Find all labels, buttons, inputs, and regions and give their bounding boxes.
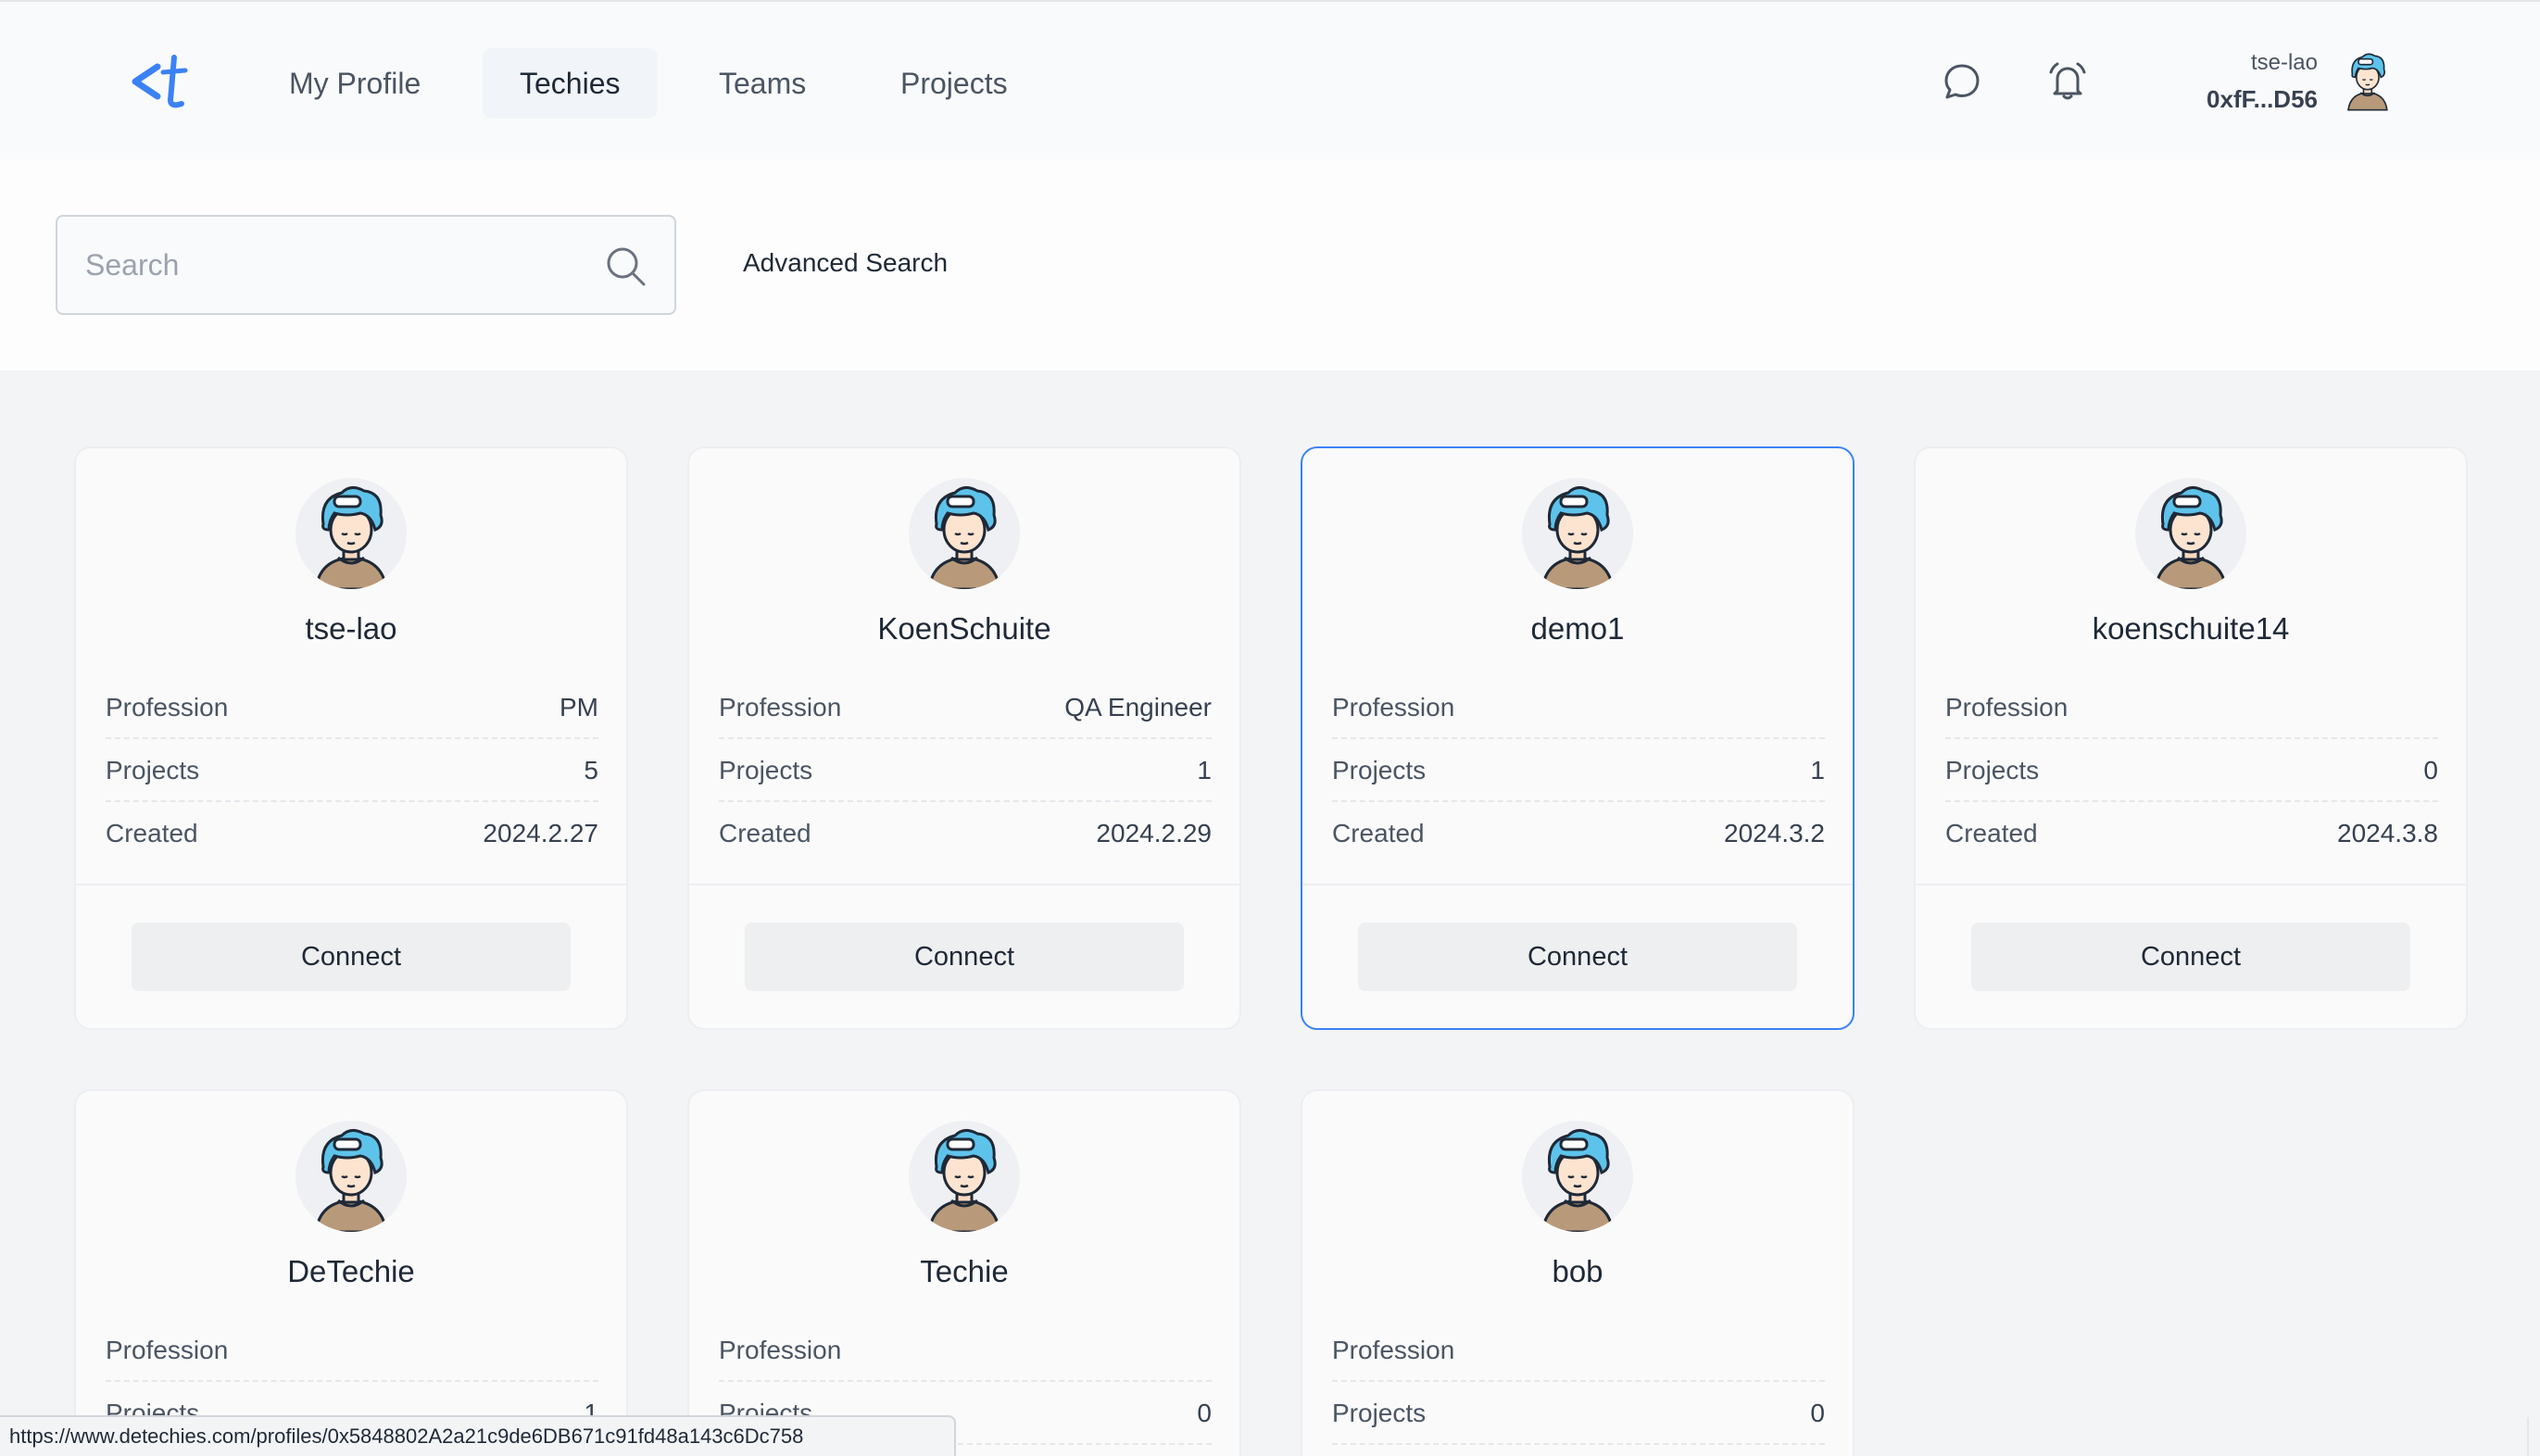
techie-avatar	[295, 478, 407, 589]
techie-avatar	[909, 478, 1020, 589]
created-value: 2024.2.27	[483, 819, 598, 847]
created-label: Created	[1945, 819, 2038, 847]
techie-name: koenschuite14	[2092, 611, 2290, 646]
techie-card[interactable]: Techie Profession Projects 0	[687, 1089, 1241, 1456]
profession-label: Profession	[719, 693, 842, 722]
detechies-logo-icon[interactable]	[130, 54, 191, 111]
top-navbar: My Profile Techies Teams Projects tse-la…	[0, 0, 2540, 159]
header-wallet-address[interactable]: 0xfF...D56	[2207, 85, 2318, 114]
profession-label: Profession	[106, 693, 229, 722]
card-footer: Connect	[1916, 884, 2466, 1028]
projects-label: Projects	[1945, 756, 2040, 784]
techie-card[interactable]: KoenSchuite Profession QA Engineer Projec…	[687, 446, 1241, 1030]
techie-card[interactable]: DeTechie Profession Projects 1	[74, 1089, 628, 1456]
search-box	[56, 215, 676, 315]
techie-avatar	[295, 1121, 407, 1232]
techie-name: KoenSchuite	[877, 611, 1051, 646]
connect-button[interactable]: Connect	[1358, 923, 1797, 991]
profession-label: Profession	[106, 1336, 229, 1364]
profession-row: Profession	[719, 1319, 1212, 1382]
created-label: Created	[719, 819, 811, 847]
nav-my-profile[interactable]: My Profile	[252, 48, 458, 119]
connect-button[interactable]: Connect	[745, 923, 1184, 991]
techie-name: bob	[1552, 1254, 1603, 1288]
projects-row: Projects 0	[1945, 739, 2438, 802]
connect-button[interactable]: Connect	[132, 923, 571, 991]
nav-techies[interactable]: Techies	[483, 48, 658, 119]
profession-row: Profession PM	[106, 676, 598, 739]
bell-icon[interactable]	[2045, 59, 2090, 104]
techie-name: tse-lao	[305, 611, 397, 646]
created-row: Created 2024.2.29	[719, 802, 1212, 865]
profession-row: Profession	[106, 1319, 598, 1382]
techie-avatar	[2135, 478, 2246, 589]
created-row: Created 2024.3.8	[1945, 802, 2438, 865]
nav-teams[interactable]: Teams	[682, 48, 843, 119]
created-value: 2024.3.2	[1724, 819, 1825, 847]
techie-card[interactable]: koenschuite14 Profession Projects 0 Creat…	[1914, 446, 2468, 1030]
created-row: Created 2024.3.2	[1332, 802, 1825, 865]
techie-avatar	[1522, 1121, 1633, 1232]
techie-card[interactable]: tse-lao Profession PM Projects 5 Created 20…	[74, 446, 628, 1030]
card-footer: Connect	[1302, 884, 1853, 1028]
profession-label: Profession	[1332, 693, 1455, 722]
created-label: Created	[106, 819, 198, 847]
profession-value: QA Engineer	[1064, 693, 1212, 722]
projects-label: Projects	[1332, 1399, 1427, 1427]
projects-row: Projects 1	[719, 739, 1212, 802]
advanced-search-link[interactable]: Advanced Search	[743, 248, 948, 278]
techie-name: demo1	[1530, 611, 1625, 646]
profession-value: PM	[560, 693, 598, 722]
chat-bubble-icon[interactable]	[1940, 59, 1984, 104]
profession-label: Profession	[719, 1336, 842, 1364]
profession-label: Profession	[1332, 1336, 1455, 1364]
projects-value: 0	[1197, 1399, 1212, 1427]
profession-row: Profession	[1332, 1319, 1825, 1382]
techie-name: DeTechie	[287, 1254, 415, 1288]
projects-row: Projects 0	[1332, 1382, 1825, 1445]
header-avatar[interactable]	[2342, 50, 2403, 120]
connect-button[interactable]: Connect	[1971, 923, 2410, 991]
page-scrollbar[interactable]	[2527, 1417, 2540, 1456]
projects-value: 1	[1197, 756, 1212, 784]
techie-card-selected[interactable]: demo1 Profession Projects 1 Created 2024.3…	[1301, 446, 1855, 1030]
link-preview-status-bar: https://www.detechies.com/profiles/0x584…	[0, 1415, 956, 1456]
projects-value: 5	[584, 756, 598, 784]
created-value: 2024.3.8	[2337, 819, 2438, 847]
profession-row: Profession	[1332, 676, 1825, 739]
search-input[interactable]	[85, 217, 604, 313]
created-label: Created	[1332, 819, 1425, 847]
techie-name: Techie	[920, 1254, 1009, 1288]
projects-value: 0	[1810, 1399, 1825, 1427]
nav-projects[interactable]: Projects	[863, 48, 1045, 119]
created-row: Created 2024.2.27	[106, 802, 598, 865]
projects-row: Projects 1	[1332, 739, 1825, 802]
techie-avatar	[1522, 478, 1633, 589]
projects-label: Projects	[1332, 756, 1427, 784]
projects-value: 1	[1810, 756, 1825, 784]
projects-value: 0	[2423, 756, 2438, 784]
profession-label: Profession	[1945, 693, 2068, 722]
search-icon[interactable]	[604, 245, 647, 287]
profession-row: Profession	[1945, 676, 2438, 739]
profession-row: Profession QA Engineer	[719, 676, 1212, 739]
techie-card[interactable]: bob Profession Projects 0	[1301, 1089, 1855, 1456]
projects-row: Projects 5	[106, 739, 598, 802]
search-section: Advanced Search	[0, 159, 2540, 370]
projects-label: Projects	[719, 756, 813, 784]
card-footer: Connect	[76, 884, 626, 1028]
techie-avatar	[909, 1121, 1020, 1232]
header-username[interactable]: tse-lao	[2251, 50, 2318, 76]
created-value: 2024.2.29	[1096, 819, 1212, 847]
projects-label: Projects	[106, 756, 200, 784]
card-footer: Connect	[689, 884, 1239, 1028]
